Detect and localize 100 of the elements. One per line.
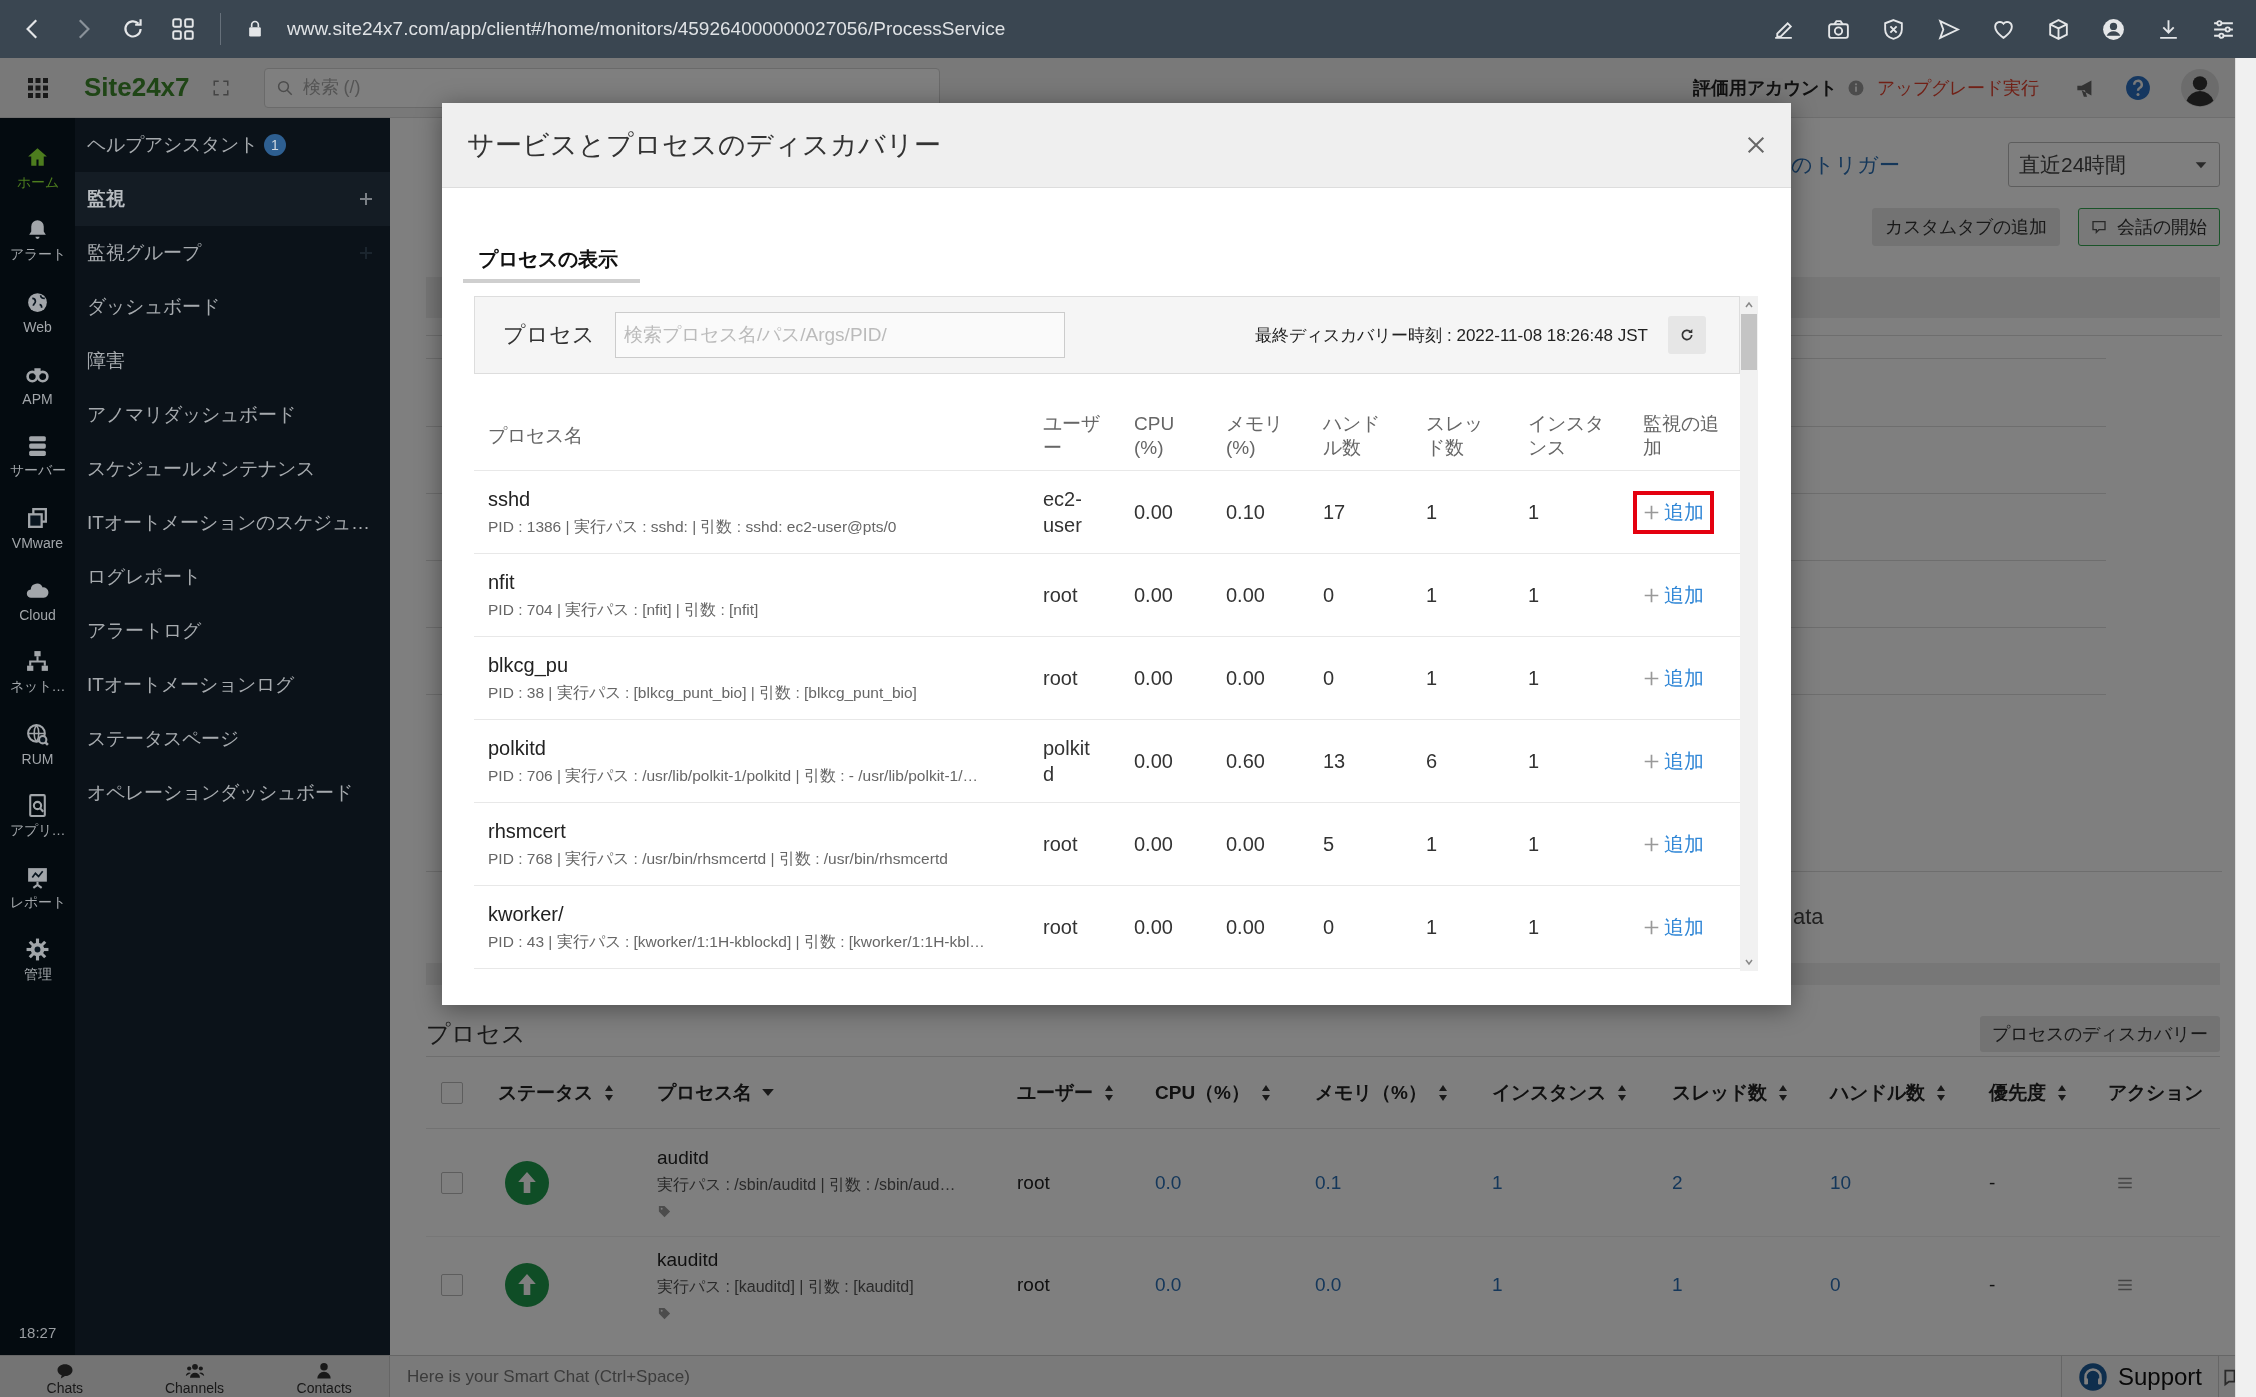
rail-item[interactable]: アプリ… (0, 780, 75, 852)
rail-item[interactable]: APM (0, 348, 75, 420)
nav-item[interactable]: アノマリダッシュボード (75, 388, 390, 442)
row-checkbox[interactable] (441, 1171, 463, 1194)
metric-link[interactable]: 0.1 (1315, 1171, 1342, 1193)
metric-link[interactable]: 1 (1672, 1273, 1683, 1295)
process-name[interactable]: kauditd (657, 1248, 719, 1271)
add-monitor-button[interactable]: 追加 (1633, 573, 1714, 617)
start-chat-button[interactable]: 会話の開始 (2078, 208, 2220, 246)
add-monitor-button[interactable]: 追加 (1633, 822, 1714, 866)
metric-link[interactable]: 0.0 (1155, 1273, 1182, 1295)
sortable-column-header[interactable]: プロセス名 (657, 1079, 1017, 1106)
nav-item[interactable]: 監視グループ (75, 226, 390, 280)
tag-icon[interactable] (657, 1305, 672, 1321)
table-cell: - (1989, 1171, 1996, 1193)
rail-item[interactable]: アラート (0, 204, 75, 276)
rail-item[interactable]: ネット… (0, 636, 75, 708)
nav-item[interactable]: スケジュールメンテナンス (75, 442, 390, 496)
tabs-grid-icon[interactable] (170, 16, 196, 42)
plus-icon[interactable] (358, 191, 374, 207)
sortable-column-header[interactable]: ステータス (498, 1079, 657, 1106)
add-tab-button[interactable]: カスタムタブの追加 (1872, 208, 2060, 246)
shield-icon[interactable] (1881, 16, 1906, 42)
rail-item[interactable]: Cloud (0, 564, 75, 636)
select-all-checkbox[interactable] (441, 1081, 463, 1104)
cube-icon[interactable] (2046, 16, 2071, 42)
add-monitor-button[interactable]: 追加 (1633, 490, 1714, 534)
sortable-column-header[interactable]: ユーザー (1017, 1079, 1155, 1106)
upgrade-link[interactable]: アップグレード実行 (1877, 75, 2039, 100)
nav-label: アノマリダッシュボード (87, 403, 296, 427)
rail-label: Web (23, 318, 52, 335)
time-range-select[interactable]: 直近24時間 (2008, 142, 2220, 187)
table-cell: 0.60 (1226, 749, 1265, 772)
smart-chat-field[interactable]: Here is your Smart Chat (Ctrl+Space) (407, 1366, 690, 1387)
sortable-column-header[interactable]: インスタンス (1492, 1079, 1672, 1106)
nav-item[interactable]: ダッシュボード (75, 280, 390, 334)
avatar[interactable] (2181, 68, 2219, 107)
row-checkbox[interactable] (441, 1273, 463, 1296)
profile-icon[interactable] (2101, 16, 2126, 42)
add-monitor-button[interactable]: 追加 (1633, 656, 1714, 700)
nav-item[interactable]: ヘルプアシスタント 1 (75, 118, 390, 172)
nav-item[interactable]: 監視 (75, 172, 390, 226)
scroll-down-icon[interactable] (1744, 957, 1754, 967)
sortable-column-header[interactable]: メモリ（%） (1315, 1079, 1492, 1106)
add-monitor-button[interactable]: 追加 (1633, 739, 1714, 783)
nav-item[interactable]: 障害 (75, 334, 390, 388)
tag-icon[interactable] (657, 1203, 672, 1219)
rail-label: VMware (11, 534, 64, 551)
sortable-column-header[interactable]: スレッド数 (1672, 1079, 1830, 1106)
chat-tab-label[interactable]: Channels (164, 1381, 225, 1396)
metric-link[interactable]: 10 (1830, 1171, 1852, 1193)
support-button[interactable]: Support (2060, 1356, 2219, 1397)
nav-item[interactable]: オペレーションダッシュボード (75, 766, 390, 820)
rail-item[interactable]: Web (0, 276, 75, 348)
sort-icon (1105, 1084, 1113, 1101)
people-icon[interactable] (184, 1361, 205, 1381)
rail-item[interactable]: VMware (0, 492, 75, 564)
scroll-up-icon[interactable] (1744, 300, 1754, 310)
chat-tab-label[interactable]: Contacts (296, 1381, 352, 1396)
process-name[interactable]: auditd (657, 1146, 709, 1169)
rail-item[interactable]: サーバー (0, 420, 75, 492)
chat-tab-label[interactable]: Chats (46, 1381, 84, 1396)
discover-button[interactable]: プロセスのディスカバリー (1980, 1015, 2220, 1052)
url-field[interactable]: www.site24x7.com/app/client#/home/monitors/459264000000027056/ProcessService (287, 18, 1006, 40)
scrollbar-thumb[interactable] (1741, 314, 1757, 370)
info-icon[interactable] (1847, 78, 1865, 97)
metric-link[interactable]: 1 (1492, 1171, 1503, 1193)
nav-item[interactable]: ITオートメーションログ (75, 658, 390, 712)
metric-link[interactable]: 0.0 (1155, 1171, 1182, 1193)
expand-icon[interactable] (211, 78, 230, 97)
help-icon[interactable] (2125, 74, 2151, 101)
refresh-button[interactable] (1668, 316, 1706, 354)
metric-link[interactable]: 1 (1492, 1273, 1503, 1295)
rail-item[interactable]: レポート (0, 852, 75, 924)
rail-item[interactable]: 管理 (0, 924, 75, 996)
metric-link[interactable]: 0.0 (1315, 1273, 1342, 1295)
nav-item[interactable]: アラートログ (75, 604, 390, 658)
sortable-column-header[interactable]: ハンドル数 (1830, 1079, 1989, 1106)
network-icon (25, 648, 50, 674)
logo[interactable]: Site24x7 (84, 72, 190, 103)
tab[interactable]: プロセスの表示 (463, 240, 640, 283)
app-grid-icon[interactable] (26, 75, 50, 100)
nav-item[interactable]: ITオートメーションのスケジュ… (75, 496, 390, 550)
nav-item[interactable]: ステータスページ (75, 712, 390, 766)
table-cell-text: polkitd (1043, 736, 1091, 787)
trigger-link[interactable]: のトリガー (1791, 150, 1900, 179)
metric-link[interactable]: 2 (1672, 1171, 1683, 1193)
close-icon[interactable] (1745, 134, 1767, 156)
nav-item[interactable]: ログレポート (75, 550, 390, 604)
add-monitor-button[interactable]: 追加 (1633, 905, 1714, 949)
process-detail: PID : 38 | 実行パス : [blkcg_punt_bio] | 引数 : [blkcg_punt_bio] (488, 683, 918, 703)
metric-link[interactable]: 0 (1830, 1273, 1841, 1295)
sortable-column-header[interactable]: CPU（%） (1155, 1079, 1315, 1106)
rail-item[interactable]: RUM (0, 708, 75, 780)
nav-label: ステータスページ (87, 727, 239, 751)
scrollbar[interactable] (1740, 296, 1758, 971)
page-scrollbar[interactable] (2235, 58, 2256, 1397)
sortable-column-header[interactable]: 優先度 (1989, 1079, 2108, 1106)
rail-item[interactable]: ホーム (0, 132, 75, 204)
search-field[interactable]: 検索プロセス名/パス/Args/PID/ (615, 312, 1065, 358)
